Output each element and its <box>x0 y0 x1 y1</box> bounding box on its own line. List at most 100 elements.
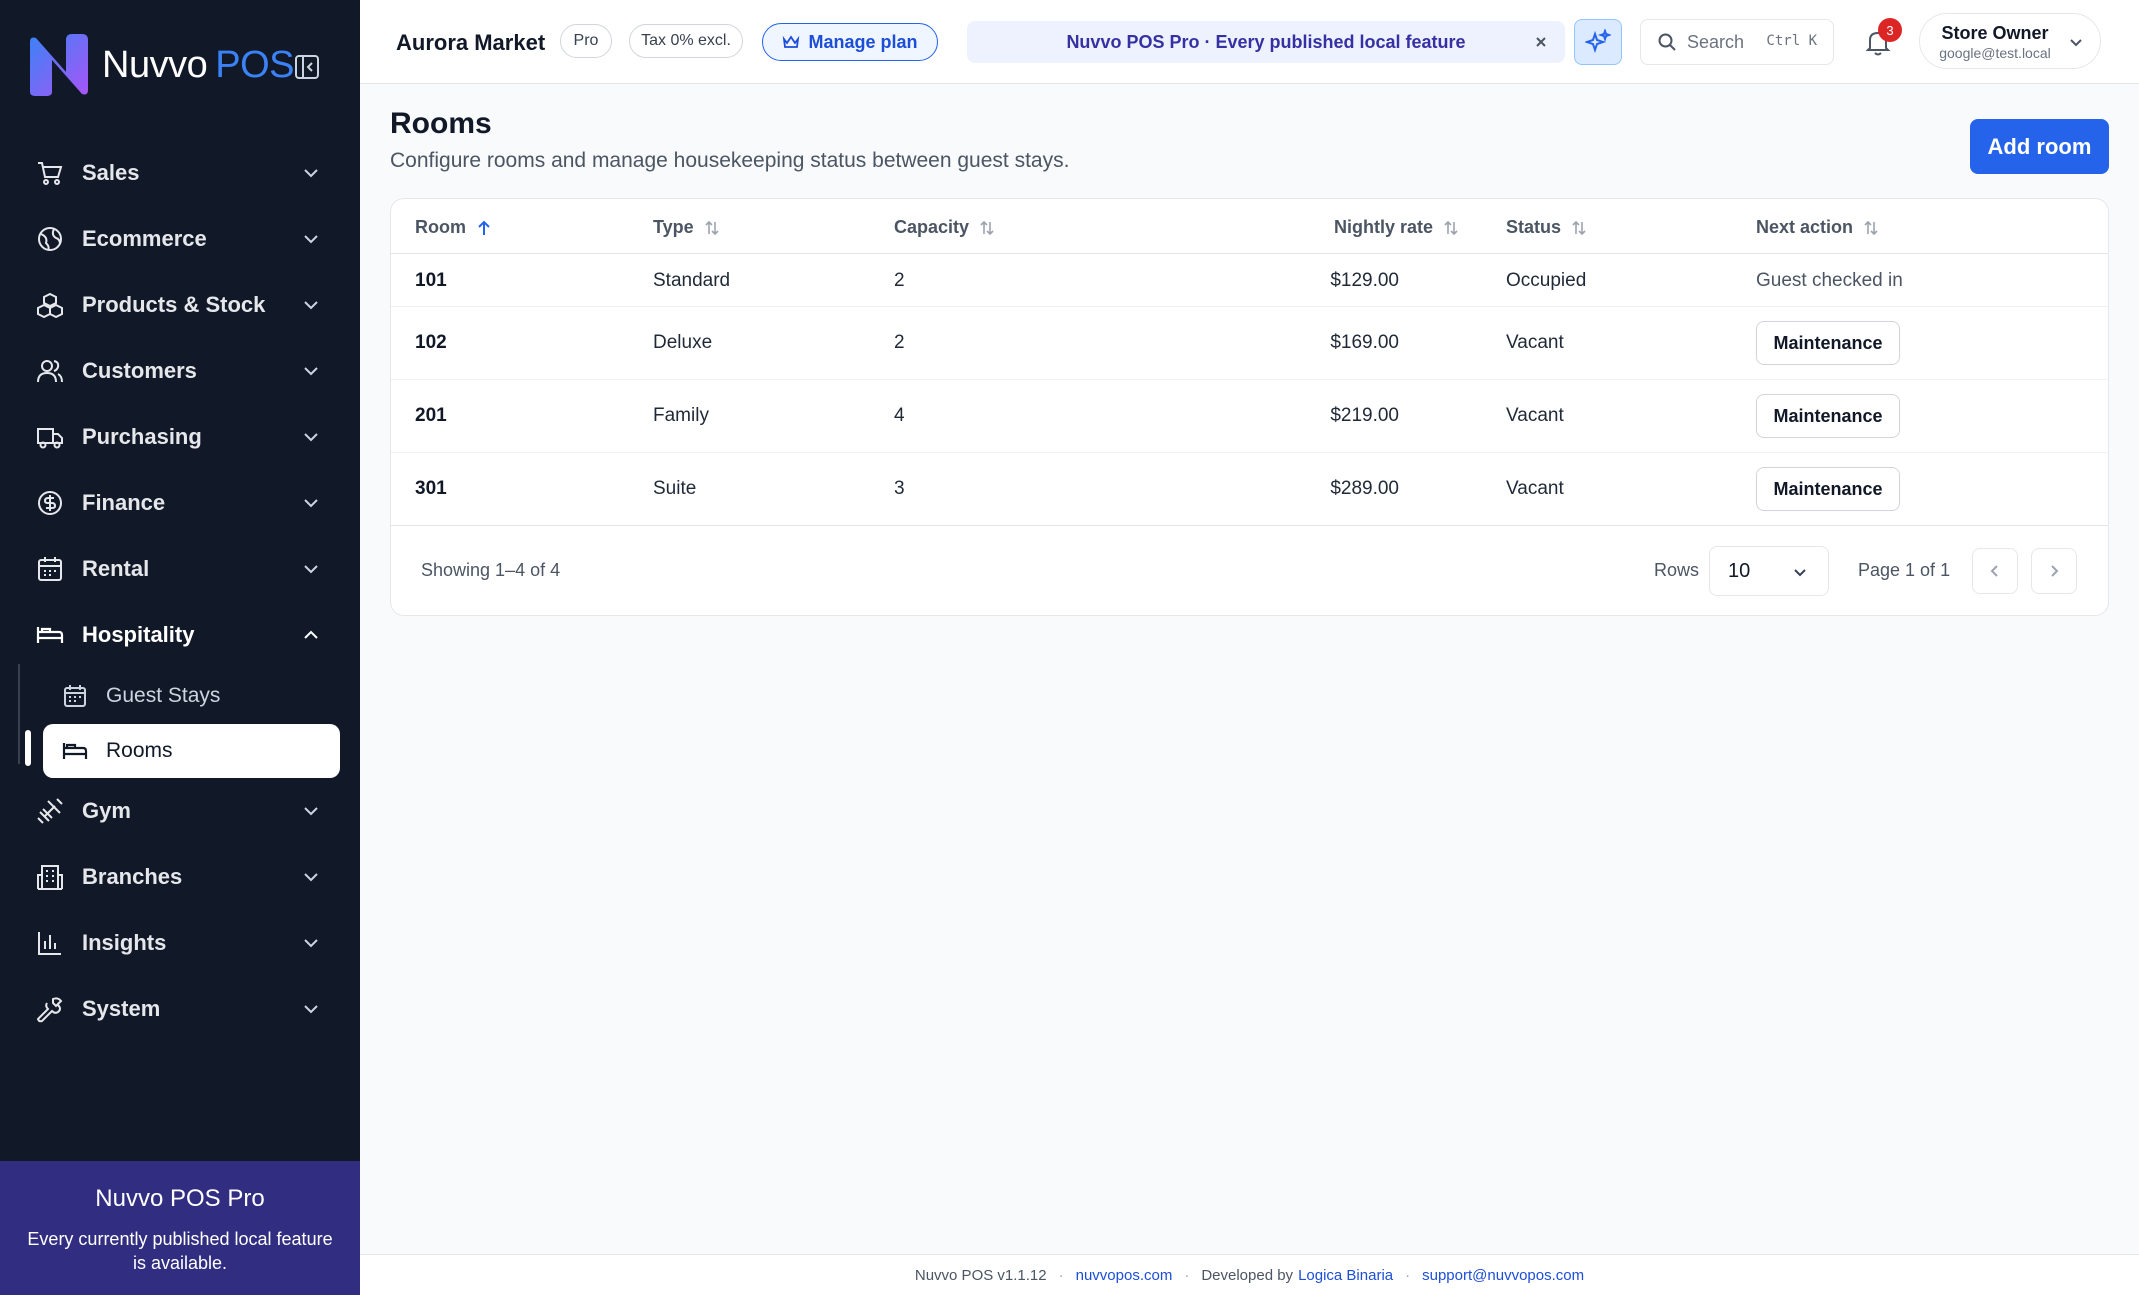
table-row[interactable]: 102 Deluxe 2 $169.00 Vacant Maintenance <box>391 307 2108 380</box>
website-link[interactable]: nuvvopos.com <box>1076 1267 1173 1284</box>
table-row[interactable]: 101 Standard 2 $129.00 Occupied Guest ch… <box>391 254 2108 307</box>
sidebar-item-branches[interactable]: Branches <box>0 844 360 910</box>
sidebar-item-rental[interactable]: Rental <box>0 536 360 602</box>
bed-icon <box>62 743 88 759</box>
store-name[interactable]: Aurora Market <box>396 30 545 56</box>
next-page-button[interactable] <box>2031 548 2077 594</box>
chevron-down-icon <box>304 499 318 508</box>
sidebar-item-gym[interactable]: Gym <box>0 778 360 844</box>
room-number: 301 <box>415 478 447 499</box>
sidebar: Nuvvo POS Sales Ecommerce Products & Stoc… <box>0 0 360 1295</box>
brand-name: Nuvvo POS <box>102 43 294 86</box>
footer-separator: · <box>1184 1266 1190 1284</box>
nightly-rate: $129.00 <box>1330 270 1399 291</box>
column-label: Next action <box>1756 217 1854 237</box>
table-row[interactable]: 301 Suite 3 $289.00 Vacant Maintenance <box>391 453 2108 526</box>
promo-text: Every currently published local feature … <box>27 1229 333 1273</box>
user-menu[interactable]: Store Owner google@test.local <box>1919 13 2101 69</box>
column-header-status[interactable]: Status <box>1506 217 1587 238</box>
sidebar-item-system[interactable]: System <box>0 976 360 1042</box>
developer-link[interactable]: Logica Binaria <box>1298 1267 1393 1284</box>
search-icon <box>1658 33 1676 51</box>
chevron-up-icon <box>304 630 318 639</box>
add-room-button[interactable]: Add room <box>1970 119 2109 174</box>
sidebar-item-label: Purchasing <box>82 424 202 449</box>
sidebar-item-label: Customers <box>82 358 197 383</box>
chevron-down-icon <box>304 873 318 882</box>
chevron-down-icon <box>304 235 318 244</box>
collapse-sidebar-icon[interactable] <box>292 52 322 82</box>
app-version: Nuvvo POS v1.1.12 <box>914 1266 1047 1284</box>
column-header-type[interactable]: Type <box>653 217 720 238</box>
sidebar-item-sales[interactable]: Sales <box>0 140 360 206</box>
column-header-next-action[interactable]: Next action <box>1756 217 1879 238</box>
maintenance-button[interactable]: Maintenance <box>1756 394 1900 438</box>
sidebar-subitem-guest-stays[interactable]: Guest Stays <box>0 668 360 724</box>
users-icon <box>36 357 64 385</box>
showing-count: Showing 1–4 of 4 <box>421 560 561 580</box>
sidebar-item-finance[interactable]: Finance <box>0 470 360 536</box>
sort-icon <box>1864 220 1878 235</box>
chevron-down-icon <box>2070 39 2082 47</box>
sort-icon <box>1444 220 1458 235</box>
footer-separator: · <box>1405 1266 1411 1284</box>
chevron-down-icon <box>304 433 318 442</box>
sidebar-item-label: Sales <box>82 160 140 185</box>
sidebar-subitem-rooms[interactable]: Rooms <box>43 724 340 778</box>
sort-icon <box>705 220 719 235</box>
chevron-left-icon <box>1990 565 1998 577</box>
previous-page-button[interactable] <box>1972 548 2018 594</box>
chevron-down-icon <box>304 301 318 310</box>
table-header: Room Type Capacity Nightly rate Status N… <box>391 199 2108 254</box>
active-indicator <box>25 730 31 766</box>
sidebar-subitem-label: Rooms <box>106 739 173 762</box>
sort-ascending-icon <box>478 220 490 235</box>
truck-icon <box>36 423 64 451</box>
chevron-down-icon <box>304 169 318 178</box>
rows-per-page-value: 10 <box>1728 559 1751 582</box>
column-header-capacity[interactable]: Capacity <box>894 217 995 238</box>
sidebar-item-label: Gym <box>82 798 131 823</box>
chevron-down-icon <box>304 565 318 574</box>
calendar-icon <box>64 685 86 707</box>
room-capacity: 2 <box>894 270 905 291</box>
search-input[interactable]: Search Ctrl K <box>1640 19 1834 65</box>
sidebar-item-label: Branches <box>82 864 183 889</box>
sidebar-item-products-stock[interactable]: Products & Stock <box>0 272 360 338</box>
sidebar-item-hospitality[interactable]: Hospitality <box>0 602 360 668</box>
chevron-down-icon <box>304 807 318 816</box>
ai-assistant-button[interactable] <box>1574 19 1622 65</box>
tax-badge: Tax 0% excl. <box>629 24 743 58</box>
chevron-down-icon <box>304 1005 318 1014</box>
maintenance-button[interactable]: Maintenance <box>1756 321 1900 365</box>
table-row[interactable]: 201 Family 4 $219.00 Vacant Maintenance <box>391 380 2108 453</box>
column-header-room[interactable]: Room <box>415 217 492 238</box>
next-action-text: Guest checked in <box>1756 270 1903 291</box>
nightly-rate: $219.00 <box>1330 405 1399 426</box>
boxes-icon <box>36 291 64 319</box>
room-number: 201 <box>415 405 447 426</box>
manage-plan-button[interactable]: Manage plan <box>762 23 938 61</box>
rows-per-page-select[interactable]: 10 <box>1709 546 1829 596</box>
room-type: Standard <box>653 270 731 291</box>
sidebar-item-ecommerce[interactable]: Ecommerce <box>0 206 360 272</box>
sidebar-item-customers[interactable]: Customers <box>0 338 360 404</box>
sidebar-item-purchasing[interactable]: Purchasing <box>0 404 360 470</box>
close-icon[interactable] <box>1531 32 1551 52</box>
room-capacity: 3 <box>894 478 905 499</box>
sidebar-item-label: Products & Stock <box>82 292 266 317</box>
globe-icon <box>36 225 64 253</box>
column-label: Status <box>1506 217 1562 237</box>
chevron-down-icon <box>1794 569 1806 577</box>
support-email-link[interactable]: support@nuvvopos.com <box>1422 1267 1584 1284</box>
maintenance-button[interactable]: Maintenance <box>1756 467 1900 511</box>
brand[interactable]: Nuvvo POS <box>26 32 294 98</box>
column-label: Type <box>653 217 694 237</box>
app-footer: Nuvvo POS v1.1.12 · nuvvopos.com · Devel… <box>360 1254 2139 1295</box>
room-type: Deluxe <box>653 332 713 353</box>
sparkles-icon <box>1585 29 1611 54</box>
sidebar-item-insights[interactable]: Insights <box>0 910 360 976</box>
column-header-nightly-rate[interactable]: Nightly rate <box>1334 217 1459 238</box>
nuvvo-logo-icon <box>30 34 88 96</box>
sort-icon <box>1572 220 1586 235</box>
